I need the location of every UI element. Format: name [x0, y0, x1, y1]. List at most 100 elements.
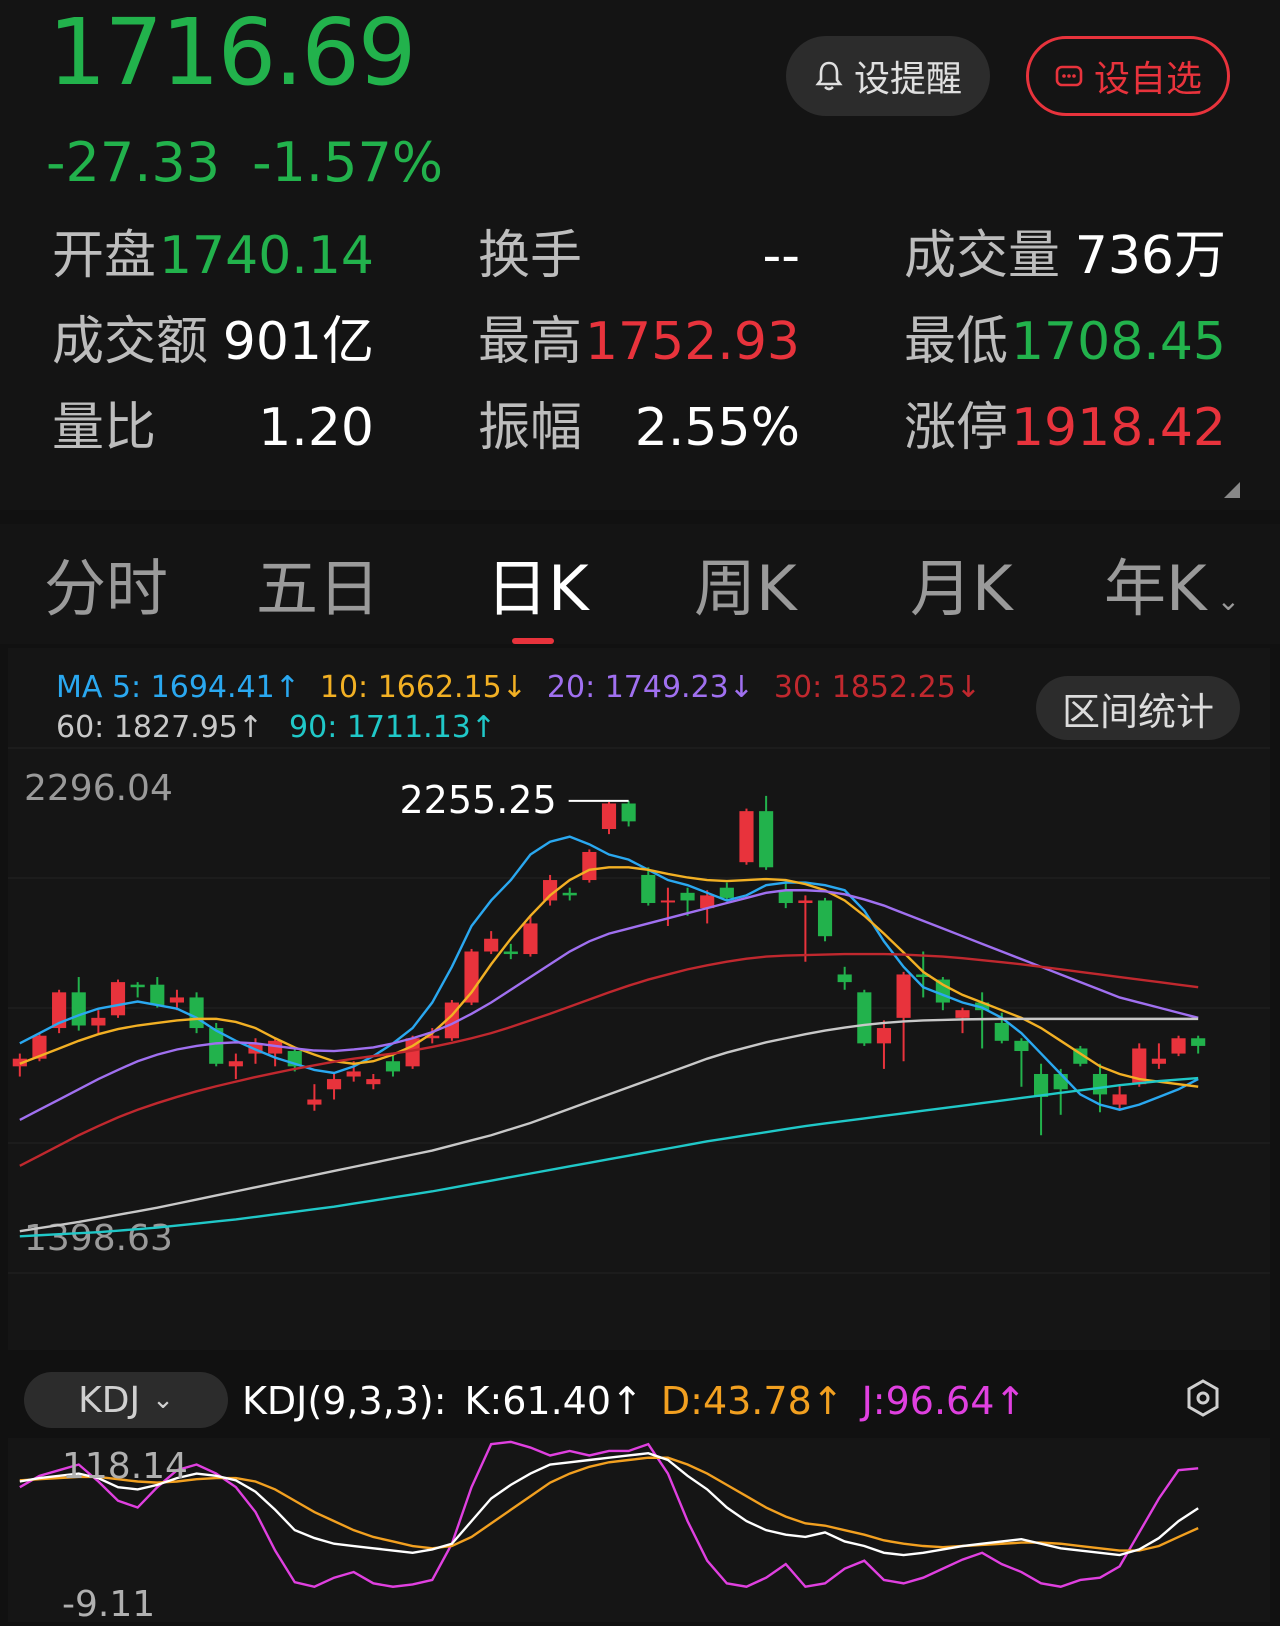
tab-weekly-k[interactable]: 周K — [694, 554, 797, 624]
period-tabs: 分时 五日 日K 周K 月K 年K ⌄ — [0, 524, 1280, 644]
candle-body — [798, 900, 813, 904]
candle-body — [464, 951, 479, 1003]
stat-high-label: 最高 — [478, 312, 583, 372]
stat-low: 最低 1708.45 — [904, 312, 1226, 372]
candle-body — [601, 803, 617, 830]
candle-body — [817, 900, 833, 937]
ma90-legend: 90: 1711.13↑ — [289, 710, 497, 745]
candle-body — [641, 874, 656, 904]
watchlist-icon — [1055, 65, 1083, 87]
stat-amplitude-label: 振幅 — [478, 398, 583, 458]
candle-body — [189, 997, 204, 1029]
stat-open-value: 1740.14 — [158, 226, 374, 286]
candle-body — [169, 997, 185, 1003]
candle-body — [150, 984, 165, 1006]
ma10-legend: 10: 1662.15↓ — [319, 670, 527, 705]
kdj-chart-panel: 118.14 -9.11 — [8, 1438, 1270, 1625]
ma90-line — [19, 1076, 1199, 1238]
tab-yearly-k[interactable]: 年K ⌄ — [1104, 554, 1240, 636]
tab-yearly-k-label: 年K — [1104, 552, 1207, 625]
kdj-min-label: -9.11 — [62, 1584, 155, 1622]
candle-body — [130, 984, 145, 988]
range-stats-button[interactable]: 区间统计 — [1036, 676, 1240, 740]
candle-body — [955, 1010, 970, 1018]
bell-icon — [815, 61, 843, 91]
stat-open-label: 开盘 — [52, 226, 157, 286]
stat-amplitude: 振幅 2.55% — [478, 398, 800, 458]
price-change: -27.33 -1.57% — [46, 128, 475, 198]
kdj-chart[interactable]: 118.14 -9.11 — [8, 1438, 1270, 1625]
kdj-k-value: K:61.40↑ — [464, 1379, 643, 1423]
set-alert-button[interactable]: 设提醒 — [786, 36, 990, 116]
candle-body — [1053, 1073, 1068, 1090]
tab-five-day[interactable]: 五日 — [256, 554, 380, 624]
candle-body — [837, 974, 852, 983]
kdj-max-label: 118.14 — [62, 1446, 188, 1487]
candle-body — [523, 923, 538, 955]
candle-body — [994, 1022, 1009, 1041]
candle-body — [110, 982, 126, 1016]
candle-body — [935, 979, 950, 1003]
tab-daily-k[interactable]: 日K — [486, 554, 589, 624]
chevron-down-icon: ⌄ — [152, 1385, 174, 1415]
stat-limit-up-label: 涨停 — [904, 398, 1009, 458]
stat-amount-label: 成交额 — [52, 312, 209, 372]
candle-body — [385, 1061, 401, 1072]
indicator-selector[interactable]: KDJ ⌄ — [24, 1372, 228, 1428]
kdj-d-value: D:43.78↑ — [660, 1379, 844, 1423]
kdj-j-value: J:96.64↑ — [861, 1379, 1027, 1423]
stat-high-value: 1752.93 — [584, 312, 800, 372]
stat-turnover-value: -- — [762, 226, 800, 286]
candle-body — [621, 803, 636, 822]
stat-volume-ratio-label: 量比 — [52, 398, 157, 458]
stat-volume-ratio-value: 1.20 — [258, 398, 374, 458]
candle-body — [719, 887, 734, 898]
indicator-selector-label: KDJ — [78, 1379, 141, 1421]
settings-icon[interactable] — [1184, 1378, 1222, 1418]
stat-turnover: 换手 -- — [478, 226, 800, 286]
stat-amount-value: 901亿 — [222, 312, 374, 372]
candle-body — [307, 1099, 322, 1105]
candle-body — [503, 951, 518, 955]
candle-body — [739, 811, 754, 863]
change-value: -27.33 — [46, 131, 221, 194]
candle-body — [346, 1071, 361, 1077]
add-watchlist-button[interactable]: 设自选 — [1026, 36, 1230, 116]
candle-body — [1171, 1038, 1186, 1054]
kdj-d-line — [19, 1456, 1199, 1552]
chevron-down-icon: ⌄ — [1216, 584, 1241, 617]
tab-intraday[interactable]: 分时 — [44, 554, 168, 624]
candle-body — [1191, 1038, 1206, 1046]
candle-body — [366, 1079, 381, 1085]
stat-amount: 成交额 901亿 — [52, 312, 374, 372]
candle-body — [896, 974, 911, 1018]
high-price-label: 2255.25 — [399, 778, 556, 822]
candle-body — [484, 938, 499, 952]
y-axis-max-label: 2296.04 — [24, 768, 173, 809]
ma-legend-row2: 60: 1827.95↑ 90: 1711.13↑ — [56, 708, 496, 748]
kdj-k-line — [19, 1451, 1199, 1557]
active-tab-indicator — [512, 638, 554, 644]
candle-body — [562, 892, 577, 896]
stat-high: 最高 1752.93 — [478, 312, 800, 372]
candle-body — [1151, 1058, 1166, 1064]
ma5-legend: MA 5: 1694.41↑ — [56, 670, 300, 705]
change-percent: -1.57% — [252, 131, 444, 194]
candle-body — [680, 892, 695, 901]
expand-corner-icon[interactable] — [1224, 482, 1240, 498]
candle-body — [759, 811, 774, 868]
stat-turnover-label: 换手 — [478, 226, 583, 286]
kline-chart[interactable]: 2296.041398.632255.251549.74 — [0, 648, 1270, 1350]
ma60-legend: 60: 1827.95↑ — [56, 710, 264, 745]
ma30-legend: 30: 1852.25↓ — [773, 670, 981, 705]
candle-body — [778, 890, 793, 904]
candle-body — [857, 992, 872, 1044]
kdj-j-line — [19, 1440, 1199, 1589]
candle-body — [582, 851, 597, 881]
kline-chart-panel: 2296.041398.632255.251549.74 — [0, 648, 1270, 1350]
stat-low-value: 1708.45 — [1010, 312, 1226, 372]
tab-monthly-k[interactable]: 月K — [910, 554, 1013, 624]
y-axis-min-label: 1398.63 — [24, 1218, 173, 1259]
stat-limit-up: 涨停 1918.42 — [904, 398, 1226, 458]
stat-volume-label: 成交量 — [904, 226, 1061, 286]
